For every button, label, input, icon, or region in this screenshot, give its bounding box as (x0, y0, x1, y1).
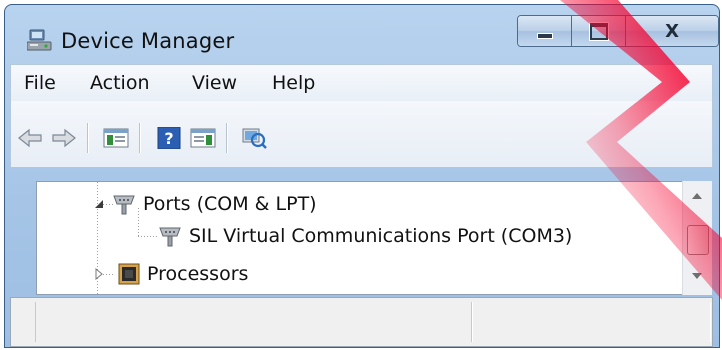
status-bar (10, 297, 713, 347)
maximize-button[interactable] (572, 16, 627, 46)
tree-label-ports: Ports (COM & LPT) (143, 193, 317, 215)
svg-text:?: ? (164, 129, 173, 148)
window-title: Device Manager (61, 29, 235, 53)
device-tree[interactable]: Ports (COM & LPT) SIL Virtual Communicat… (36, 181, 696, 295)
close-button[interactable]: X (626, 16, 718, 46)
menu-bar: File Action View Help (10, 64, 713, 102)
scroll-down-icon[interactable] (692, 273, 702, 279)
toolbar-separator (139, 123, 140, 153)
menu-view[interactable]: View (192, 72, 237, 94)
action-pane-icon[interactable] (190, 127, 216, 149)
device-manager-icon (27, 29, 52, 51)
minimize-button[interactable] (518, 16, 573, 46)
title-bar[interactable]: Device Manager X (5, 5, 719, 63)
tree-label-processors: Processors (147, 263, 249, 285)
toolbar-separator (87, 123, 88, 153)
device-manager-window: Device Manager X File Action View Help ?… (4, 4, 720, 348)
tree-label-sil-port: SIL Virtual Communications Port (COM3) (189, 225, 573, 247)
tree-node-processors[interactable]: Processors (93, 260, 248, 288)
toolbar: ? (10, 101, 713, 167)
help-icon[interactable]: ? (156, 127, 182, 149)
menu-help[interactable]: Help (272, 72, 315, 94)
scroll-up-icon[interactable] (692, 193, 702, 199)
tree-node-ports[interactable]: Ports (COM & LPT) (93, 190, 317, 218)
minimize-icon (536, 33, 553, 39)
back-arrow-icon[interactable] (17, 127, 43, 149)
toolbar-separator (226, 123, 227, 153)
collapsed-triangle-icon[interactable] (93, 268, 105, 280)
processor-icon (118, 263, 140, 285)
status-pane-2 (471, 302, 711, 342)
vertical-scrollbar[interactable] (682, 181, 712, 295)
maximize-icon (589, 22, 608, 40)
status-pane-1 (35, 302, 473, 342)
menu-file[interactable]: File (24, 72, 56, 94)
port-icon (113, 195, 135, 215)
show-hide-console-tree-icon[interactable] (103, 127, 129, 149)
expanded-triangle-icon[interactable] (93, 198, 105, 210)
forward-arrow-icon[interactable] (51, 127, 77, 149)
scan-hardware-changes-icon[interactable] (241, 127, 267, 149)
caption-buttons: X (517, 15, 719, 47)
tree-node-sil-port[interactable]: SIL Virtual Communications Port (COM3) (157, 222, 572, 250)
close-icon: X (665, 20, 680, 42)
menu-action[interactable]: Action (90, 72, 150, 94)
port-icon (159, 227, 181, 247)
scrollbar-thumb[interactable] (687, 225, 709, 255)
